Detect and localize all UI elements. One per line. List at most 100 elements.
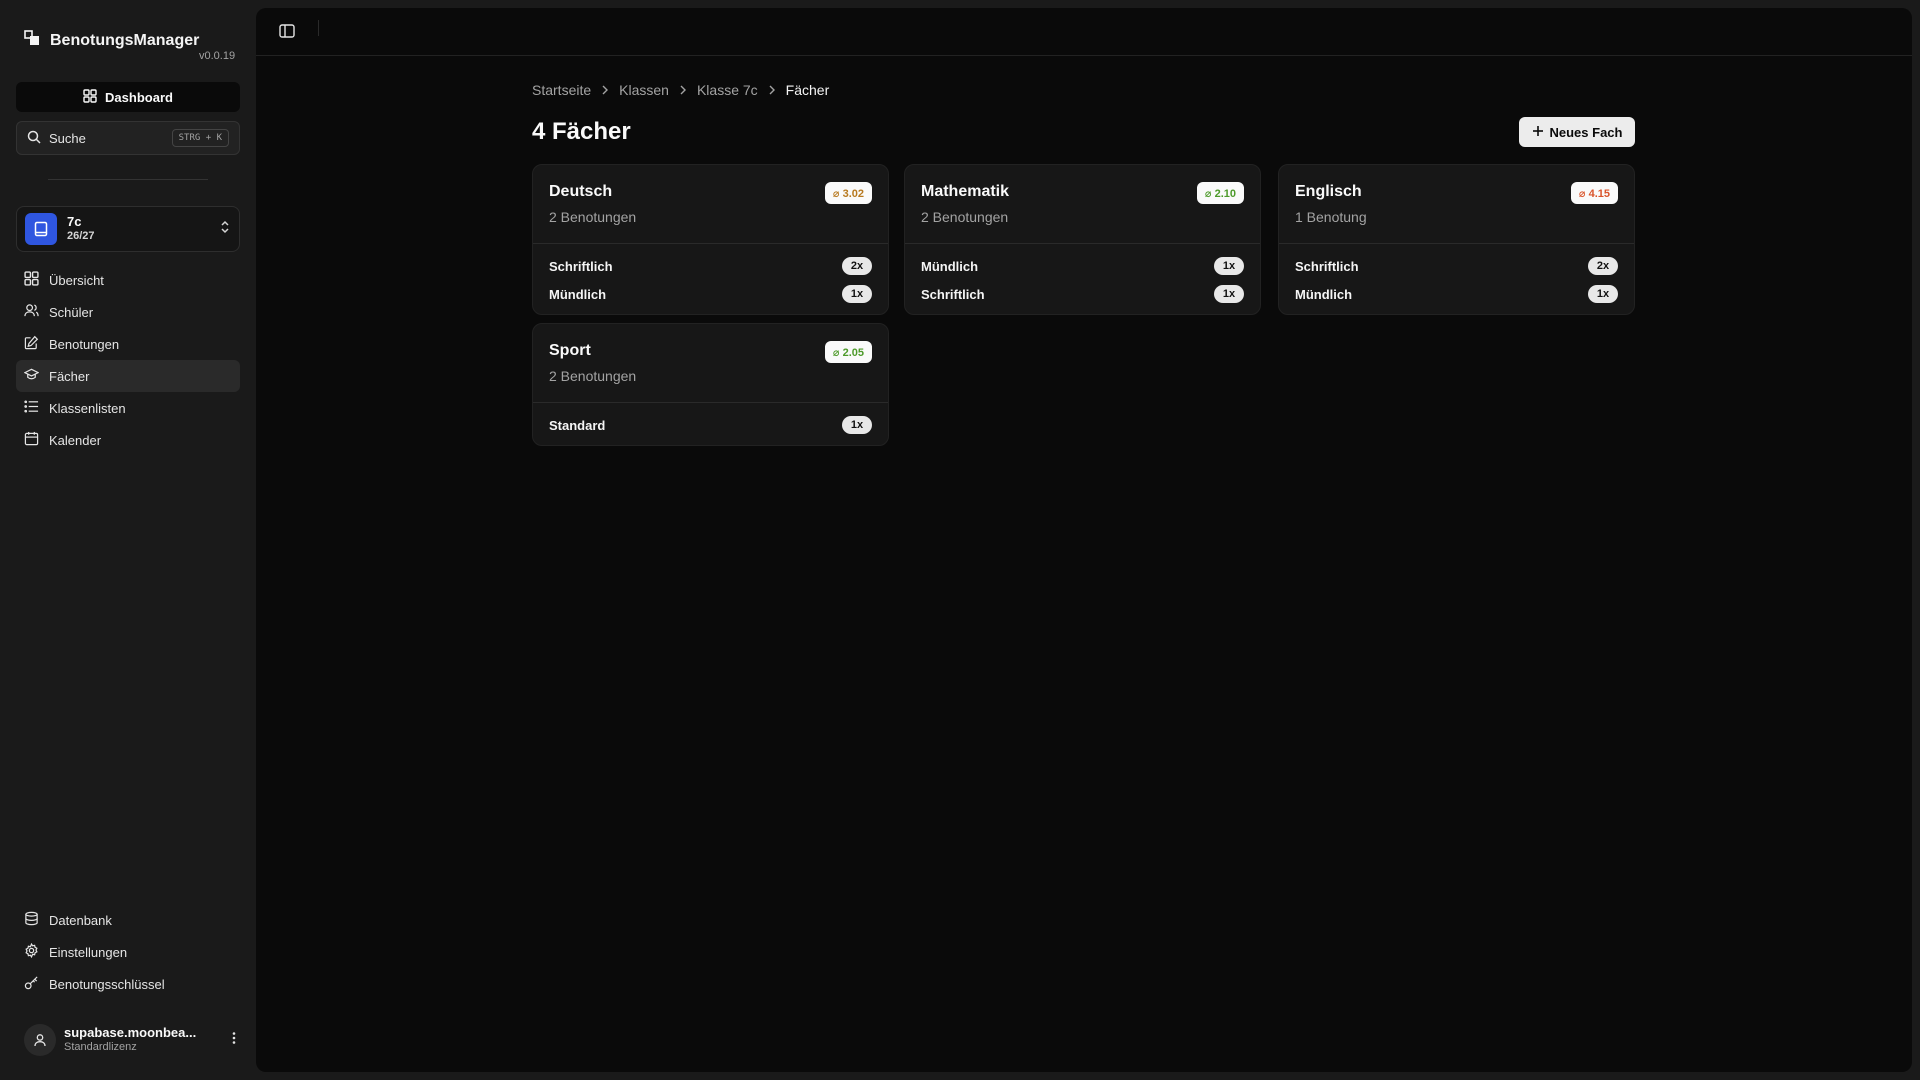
grade-type-count: 1x [842, 285, 872, 303]
sidebar-item-schueler[interactable]: Schüler [16, 296, 240, 328]
new-subject-label: Neues Fach [1549, 124, 1623, 140]
subject-grade-count: 2 Benotungen [549, 368, 637, 384]
sidebar-item-label: Datenbank [49, 912, 112, 928]
grade-type-count: 2x [1588, 257, 1618, 275]
search-label: Suche [49, 130, 86, 146]
grade-type-row: Mündlich 1x [549, 280, 872, 308]
grade-type-label: Schriftlich [549, 258, 613, 274]
book-icon [25, 213, 57, 245]
class-year: 26/27 [67, 230, 95, 243]
grade-type-count: 2x [842, 257, 872, 275]
average-badge: ⌀ 4.15 [1570, 182, 1618, 204]
breadcrumb-faecher: Fächer [785, 82, 830, 98]
chevron-right-icon [679, 82, 687, 98]
subject-card-englisch[interactable]: Englisch 1 Benotung ⌀ 4.15 Schriftlich 2… [1278, 164, 1635, 315]
chevrons-up-down-icon [219, 219, 231, 240]
page-title: 4 Fächer [532, 118, 631, 145]
breadcrumb-klasse-7c[interactable]: Klasse 7c [697, 82, 758, 98]
grade-type-label: Standard [549, 417, 606, 433]
grade-type-count: 1x [842, 416, 872, 434]
breadcrumb-startseite[interactable]: Startseite [532, 82, 591, 98]
subject-card-sport[interactable]: Sport 2 Benotungen ⌀ 2.05 Standard 1x [532, 323, 889, 446]
app-logo-icon [24, 30, 40, 51]
sidebar-item-einstellungen[interactable]: Einstellungen [16, 936, 240, 968]
sidebar-item-label: Benotungsschlüssel [49, 976, 165, 992]
subject-grade-count: 2 Benotungen [549, 209, 637, 225]
subject-name: Deutsch [549, 183, 613, 200]
topbar-divider [318, 20, 319, 36]
gear-icon [24, 942, 39, 961]
sidebar-item-label: Einstellungen [49, 944, 128, 960]
sidebar-nav: Übersicht Schüler Benotungen Fächer Klas… [16, 264, 240, 456]
subject-grade-count: 1 Benotung [1295, 209, 1367, 225]
grade-type-row: Schriftlich 1x [921, 280, 1244, 308]
grade-type-row: Mündlich 1x [921, 252, 1244, 280]
graduation-cap-icon [23, 367, 40, 385]
sidebar-item-benotungen[interactable]: Benotungen [16, 328, 240, 360]
calendar-icon [24, 431, 39, 449]
edit-icon [24, 335, 39, 353]
sidebar-item-faecher[interactable]: Fächer [16, 360, 240, 392]
subject-name: Sport [549, 342, 591, 359]
avatar [24, 1024, 56, 1056]
class-selector[interactable]: 7c 26/27 [16, 206, 240, 252]
sidebar: BenotungsManager v0.0.19 Dashboard Suche… [0, 0, 256, 1080]
sidebar-item-label: Schüler [49, 304, 94, 320]
class-name: 7c [67, 214, 82, 229]
grade-type-count: 1x [1588, 285, 1618, 303]
chevron-right-icon [601, 82, 609, 98]
sidebar-item-benotungsschluessel[interactable]: Benotungsschlüssel [16, 968, 240, 1000]
grade-type-label: Mündlich [549, 286, 607, 302]
dashboard-label: Dashboard [105, 89, 173, 105]
sidebar-item-klassenlisten[interactable]: Klassenlisten [16, 392, 240, 424]
average-badge: ⌀ 2.10 [1196, 182, 1244, 204]
topbar [256, 8, 1912, 56]
sidebar-item-datenbank[interactable]: Datenbank [16, 904, 240, 936]
subject-card-deutsch[interactable]: Deutsch 2 Benotungen ⌀ 3.02 Schriftlich … [532, 164, 889, 315]
new-subject-button[interactable]: Neues Fach [1519, 117, 1635, 147]
brand[interactable]: BenotungsManager [24, 30, 199, 51]
search-input[interactable]: Suche STRG + K [16, 121, 240, 155]
sidebar-divider [48, 179, 208, 180]
user-menu[interactable]: supabase.moonbea... Standardlizenz [24, 1024, 240, 1056]
user-name: supabase.moonbea... [64, 1025, 197, 1040]
sidebar-item-kalender[interactable]: Kalender [16, 424, 240, 456]
sidebar-toggle-icon[interactable] [278, 22, 298, 42]
dashboard-button[interactable]: Dashboard [16, 82, 240, 112]
subject-name: Englisch [1295, 183, 1362, 200]
user-license: Standardlizenz [64, 1041, 137, 1054]
sidebar-item-label: Klassenlisten [49, 400, 126, 416]
sidebar-item-label: Fächer [49, 368, 90, 384]
sidebar-item-uebersicht[interactable]: Übersicht [16, 264, 240, 296]
grade-type-row: Standard 1x [549, 411, 872, 439]
sidebar-item-label: Übersicht [49, 272, 104, 288]
key-icon [24, 975, 39, 993]
breadcrumb: Startseite Klassen Klasse 7c Fächer [532, 82, 829, 98]
grade-type-label: Schriftlich [1295, 258, 1359, 274]
grade-type-row: Schriftlich 2x [1295, 252, 1618, 280]
average-badge: ⌀ 2.05 [824, 341, 872, 363]
dashboard-icon [83, 88, 97, 106]
breadcrumb-klassen[interactable]: Klassen [619, 82, 669, 98]
search-icon [27, 130, 41, 147]
grade-type-row: Schriftlich 2x [549, 252, 872, 280]
list-icon [24, 399, 39, 417]
more-vertical-icon[interactable] [228, 1030, 240, 1051]
search-shortcut: STRG + K [171, 129, 229, 147]
subject-card-mathematik[interactable]: Mathematik 2 Benotungen ⌀ 2.10 Mündlich … [904, 164, 1261, 315]
users-icon [24, 303, 39, 321]
average-badge: ⌀ 3.02 [824, 182, 872, 204]
app-version: v0.0.19 [199, 50, 236, 62]
subject-grade-count: 2 Benotungen [921, 209, 1009, 225]
subject-name: Mathematik [921, 183, 1010, 200]
plus-icon [1532, 125, 1544, 140]
grade-type-label: Mündlich [1295, 286, 1353, 302]
grade-type-row: Mündlich 1x [1295, 280, 1618, 308]
database-icon [24, 911, 39, 929]
grade-type-count: 1x [1214, 285, 1244, 303]
grade-type-count: 1x [1214, 257, 1244, 275]
sidebar-bottom-nav: Datenbank Einstellungen Benotungsschlüss… [16, 904, 240, 1000]
grid-icon [24, 271, 39, 289]
chevron-right-icon [768, 82, 776, 98]
sidebar-item-label: Kalender [49, 432, 102, 448]
